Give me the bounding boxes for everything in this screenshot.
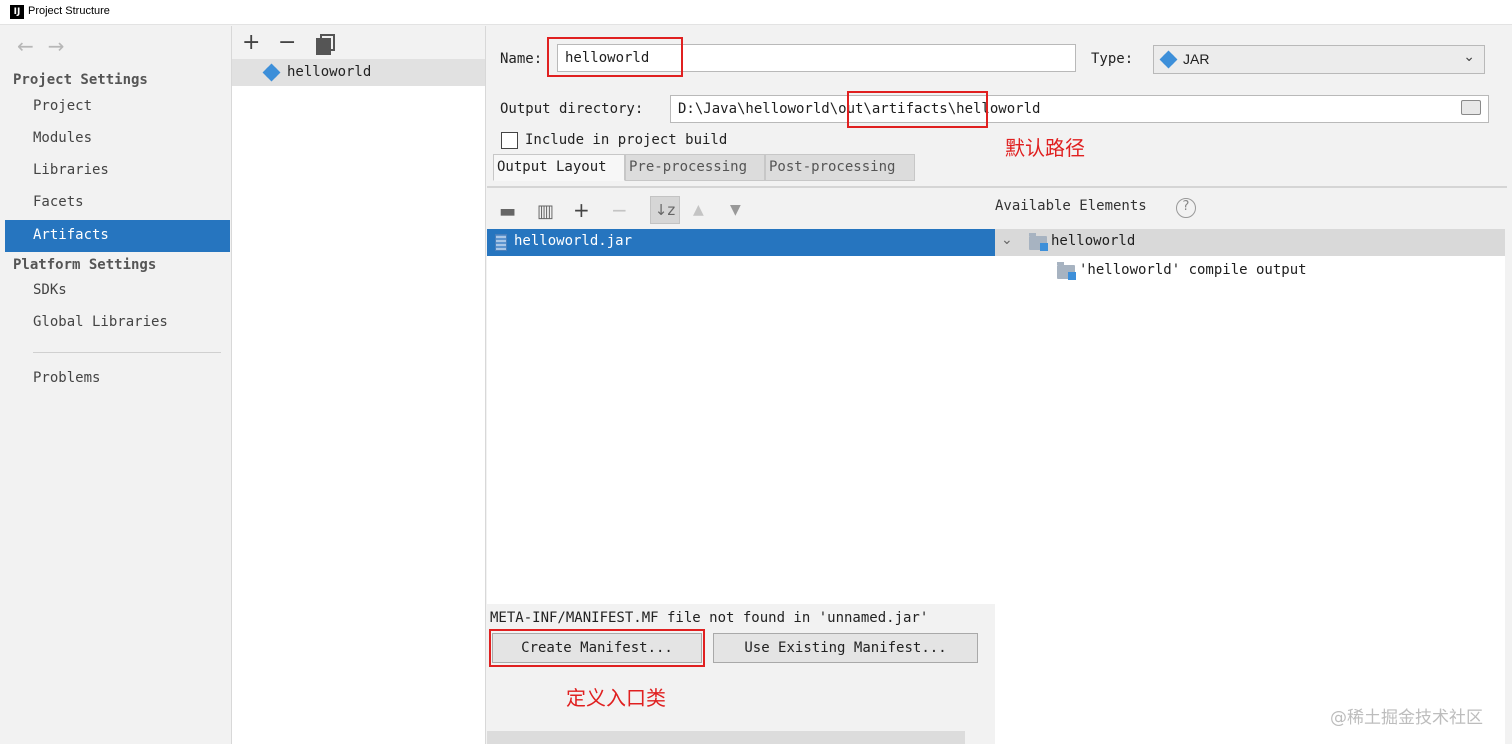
nav-divider bbox=[33, 352, 221, 353]
folder-browse-icon[interactable] bbox=[1461, 100, 1481, 115]
layout-toolbar: ▬ ▥ + − ↓z ▲ ▼ bbox=[487, 192, 995, 228]
tree-row[interactable]: helloworld.jar bbox=[487, 229, 995, 256]
remove-artifact-button[interactable]: − bbox=[278, 30, 296, 55]
nav-item-sdks[interactable]: SDKs bbox=[5, 275, 230, 307]
output-layout-tree: helloworld.jar bbox=[487, 229, 995, 604]
artifacts-list-panel: + − helloworld bbox=[231, 26, 486, 744]
move-down-icon[interactable]: ▼ bbox=[730, 202, 741, 218]
module-folder-icon bbox=[1029, 233, 1048, 251]
nav-arrows: ← → bbox=[17, 34, 79, 58]
horizontal-scrollbar[interactable] bbox=[487, 731, 965, 744]
annotation-default-path: 默认路径 bbox=[1005, 136, 1085, 160]
forward-icon[interactable]: → bbox=[48, 34, 65, 58]
type-label: Type: bbox=[1091, 51, 1134, 67]
include-build-checkbox[interactable] bbox=[501, 132, 518, 149]
new-archive-icon[interactable]: ▥ bbox=[537, 201, 554, 222]
name-label: Name: bbox=[500, 51, 543, 67]
settings-nav: ← → Project Settings Project Modules Libr… bbox=[5, 26, 231, 744]
chevron-down-icon[interactable]: ⌄ bbox=[1001, 232, 1013, 248]
artifact-editor: Name: helloworld Type: JAR ⌄ Output dire… bbox=[487, 26, 1512, 744]
output-dir-label: Output directory: bbox=[500, 101, 644, 117]
module-label: helloworld bbox=[1051, 233, 1136, 249]
jar-icon bbox=[495, 234, 507, 251]
nav-item-problems[interactable]: Problems bbox=[5, 363, 230, 395]
nav-item-artifacts[interactable]: Artifacts bbox=[5, 220, 230, 252]
nav-item-global-libraries[interactable]: Global Libraries bbox=[5, 307, 230, 339]
create-manifest-button[interactable]: Create Manifest... bbox=[492, 633, 702, 663]
type-select[interactable]: JAR ⌄ bbox=[1153, 45, 1485, 74]
use-existing-manifest-button[interactable]: Use Existing Manifest... bbox=[713, 633, 978, 663]
module-folder-icon bbox=[1057, 262, 1076, 280]
title-bar: IJ Project Structure bbox=[0, 0, 1512, 25]
tab-divider bbox=[487, 186, 1507, 188]
type-value: JAR bbox=[1183, 51, 1210, 67]
new-directory-icon[interactable]: ▬ bbox=[499, 201, 516, 222]
artifacts-toolbar: + − bbox=[232, 26, 485, 59]
tree-row-module[interactable]: ⌄ helloworld bbox=[995, 229, 1505, 256]
tab-pre-processing[interactable]: Pre-processing bbox=[625, 154, 765, 181]
manifest-message: META-INF/MANIFEST.MF file not found in '… bbox=[490, 610, 929, 626]
available-elements-tree: ⌄ helloworld 'helloworld' compile output bbox=[995, 229, 1505, 744]
compile-output-label: 'helloworld' compile output bbox=[1079, 262, 1307, 278]
add-artifact-button[interactable]: + bbox=[242, 30, 260, 55]
window-title: Project Structure bbox=[28, 5, 110, 17]
chevron-down-icon: ⌄ bbox=[1463, 49, 1475, 65]
include-build-label: Include in project build bbox=[525, 132, 728, 148]
nav-item-libraries[interactable]: Libraries bbox=[5, 155, 230, 187]
jar-type-icon bbox=[1159, 50, 1178, 69]
copy-icon[interactable] bbox=[316, 34, 335, 55]
tree-row-compile-output[interactable]: 'helloworld' compile output bbox=[995, 258, 1505, 285]
move-up-icon[interactable]: ▲ bbox=[693, 202, 704, 218]
watermark: @稀土掘金技术社区 bbox=[1330, 708, 1483, 728]
annotation-define-entry: 定义入口类 bbox=[566, 686, 666, 710]
jar-label: helloworld.jar bbox=[514, 233, 633, 249]
nav-item-project[interactable]: Project bbox=[5, 91, 230, 123]
remove-element-icon[interactable]: − bbox=[611, 198, 628, 222]
nav-item-facets[interactable]: Facets bbox=[5, 187, 230, 219]
add-element-icon[interactable]: + bbox=[573, 198, 590, 222]
tab-output-layout[interactable]: Output Layout bbox=[493, 154, 625, 181]
help-icon[interactable]: ? bbox=[1176, 198, 1196, 218]
artifact-icon bbox=[262, 63, 281, 82]
artifact-label: helloworld bbox=[287, 64, 372, 80]
back-icon[interactable]: ← bbox=[17, 34, 34, 58]
nav-item-modules[interactable]: Modules bbox=[5, 123, 230, 155]
platform-settings-header: Platform Settings bbox=[13, 257, 157, 273]
project-settings-header: Project Settings bbox=[13, 72, 148, 88]
sort-icon[interactable]: ↓z bbox=[650, 196, 680, 224]
output-dir-field[interactable]: D:\Java\helloworld\out\artifacts\hellowo… bbox=[670, 95, 1489, 123]
intellij-icon: IJ bbox=[10, 5, 24, 19]
available-elements-label: Available Elements bbox=[995, 198, 1147, 214]
artifact-list-item[interactable]: helloworld bbox=[232, 59, 485, 86]
tab-post-processing[interactable]: Post-processing bbox=[765, 154, 915, 181]
name-field[interactable]: helloworld bbox=[557, 44, 1076, 72]
